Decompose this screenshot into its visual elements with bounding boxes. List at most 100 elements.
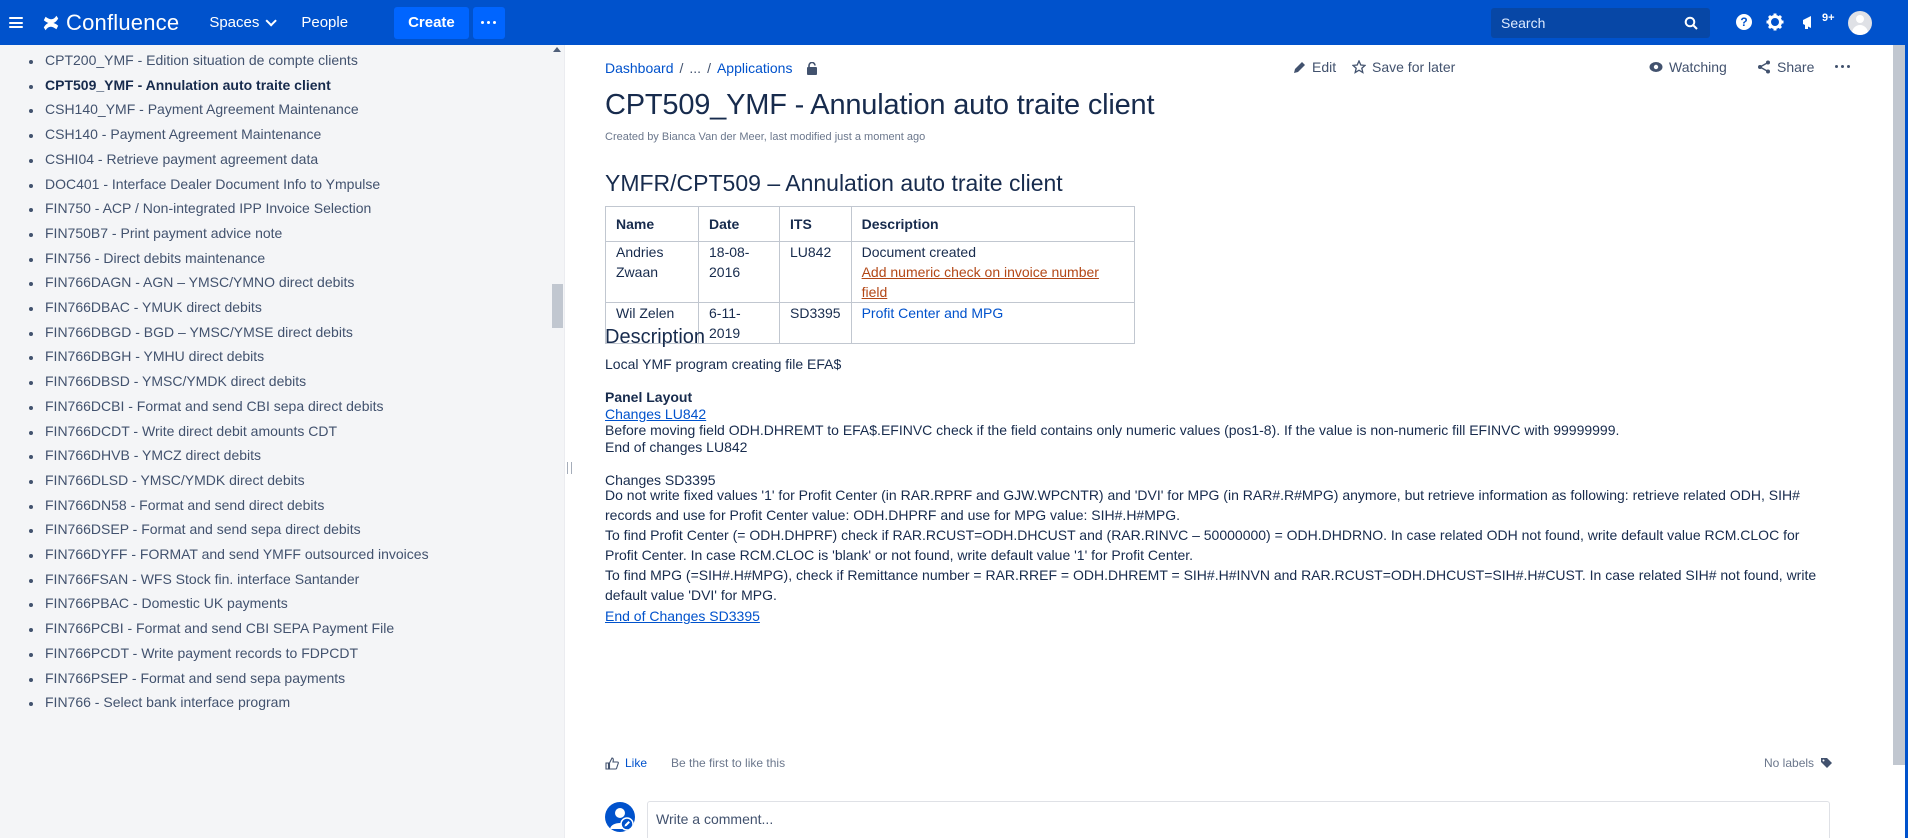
star-icon (1352, 60, 1366, 74)
tree-bullet-icon (29, 677, 33, 682)
sidebar-tree-item[interactable]: FIN766FSAN - WFS Stock fin. interface Sa… (45, 571, 359, 587)
thumbs-up-icon[interactable] (605, 756, 619, 770)
breadcrumb-separator: / (679, 60, 684, 76)
tree-bullet-icon (29, 479, 33, 484)
sidebar-tree-item[interactable]: FIN766DSEP - Format and send sepa direct… (45, 521, 361, 537)
sidebar-tree-item[interactable]: FIN766PBAC - Domestic UK payments (45, 595, 288, 611)
sidebar-tree-item[interactable]: FIN750B7 - Print payment advice note (45, 225, 282, 241)
tree-bullet-icon (29, 208, 33, 213)
change-history-table: Name Date ITS Description Andries Zwaan … (605, 206, 1135, 344)
tree-bullet-icon (29, 307, 33, 311)
page-scrollbar[interactable] (1893, 45, 1905, 765)
end-lu842-link[interactable]: End of changes LU842 (605, 439, 747, 455)
page-byline: Created by Bianca Van der Meer, last mod… (605, 131, 926, 143)
help-icon[interactable]: ? (1734, 12, 1754, 32)
watching-button[interactable]: Watching (1649, 59, 1727, 75)
cell-its: LU842 (779, 241, 852, 303)
create-button[interactable]: Create (394, 6, 469, 39)
tree-bullet-icon (29, 60, 33, 64)
profit-center-link[interactable]: Profit Center and MPG (862, 305, 1004, 321)
breadcrumb-applications[interactable]: Applications (717, 60, 793, 76)
confluence-logo-icon (43, 15, 59, 30)
like-button[interactable]: Like (625, 756, 647, 770)
eye-icon (1649, 62, 1663, 72)
notifications-badge: 9+ (1822, 12, 1835, 24)
changes-lu842-link[interactable]: Changes LU842 (605, 406, 706, 422)
column-header-name: Name (605, 206, 699, 242)
search-input[interactable] (1501, 15, 1681, 31)
sidebar-tree-item[interactable]: CSH140 - Payment Agreement Maintenance (45, 126, 321, 142)
panel-layout-heading: Panel Layout (605, 389, 693, 405)
sidebar-tree-item[interactable]: FIN766DCBI - Format and send CBI sepa di… (45, 398, 383, 414)
save-for-later-button[interactable]: Save for later (1352, 59, 1455, 75)
notifications-megaphone-icon[interactable] (1800, 12, 1820, 32)
content-heading: YMFR/CPT509 – Annulation auto traite cli… (605, 170, 1063, 196)
more-create-options-button[interactable] (472, 6, 505, 39)
breadcrumb-ellipsis[interactable]: ... (689, 60, 701, 76)
sidebar-tree-item[interactable]: FIN766DBGH - YMHU direct debits (45, 348, 264, 364)
spaces-label: Spaces (209, 14, 260, 31)
page-tree-sidebar: CPT200_YMF - Edition situation de compte… (0, 45, 551, 838)
numeric-check-link[interactable]: Add numeric check on invoice number fiel… (862, 262, 1124, 302)
search-icon[interactable] (1684, 16, 1698, 30)
sidebar-tree-item[interactable]: DOC401 - Interface Dealer Document Info … (45, 176, 380, 192)
sidebar-tree-item[interactable]: CPT509_YMF - Annulation auto traite clie… (45, 77, 331, 93)
like-row: Like Be the first to like this (605, 756, 785, 770)
menu-icon[interactable] (0, 0, 32, 45)
sidebar-tree-item[interactable]: FIN766PCBI - Format and send CBI SEPA Pa… (45, 620, 394, 636)
sidebar-tree-item[interactable]: CPT200_YMF - Edition situation de compte… (45, 52, 358, 68)
tree-bullet-icon (29, 603, 33, 608)
cell-date: 18-08-2016 (698, 241, 780, 303)
spaces-menu[interactable]: Spaces (209, 14, 278, 31)
sidebar-tree-item[interactable]: FIN766DAGN - AGN – YMSC/YMNO direct debi… (45, 274, 354, 290)
sidebar-tree-item[interactable]: FIN766PSEP - Format and send sepa paymen… (45, 670, 345, 686)
share-button[interactable]: Share (1757, 59, 1814, 75)
user-avatar[interactable] (1848, 11, 1872, 35)
search-box[interactable] (1491, 8, 1710, 38)
sidebar-tree-item[interactable]: CSH140_YMF - Payment Agreement Maintenan… (45, 101, 359, 117)
lu842-text: Before moving field ODH.DHREMT to EFA$.E… (605, 422, 1620, 438)
people-link[interactable]: People (301, 14, 348, 31)
description-heading: Description (605, 326, 706, 348)
description-text: Document created (861, 244, 976, 260)
confluence-logo[interactable]: Confluence (42, 10, 179, 36)
scroll-up-arrow-icon[interactable] (553, 47, 561, 52)
sidebar-tree-item[interactable]: FIN766DBAC - YMUK direct debits (45, 299, 262, 315)
cell-its: SD3395 (779, 302, 852, 344)
top-navigation-bar: Confluence Spaces People Create ? 9+ (0, 0, 1908, 45)
tree-bullet-icon (29, 134, 33, 139)
column-header-description: Description (850, 206, 1135, 242)
sidebar-tree-item[interactable]: FIN766DYFF - FORMAT and send YMFF outsou… (45, 546, 429, 562)
sidebar-tree-item[interactable]: FIN756 - Direct debits maintenance (45, 250, 265, 266)
sidebar-tree-item[interactable]: FIN766DLSD - YMSC/YMDK direct debits (45, 472, 305, 488)
sidebar-scrollbar[interactable] (551, 45, 564, 838)
sidebar-tree-item[interactable]: FIN750 - ACP / Non-integrated IPP Invoic… (45, 200, 371, 216)
sidebar-tree-item[interactable]: FIN766DCDT - Write direct debit amounts … (45, 423, 337, 439)
sidebar-tree-item[interactable]: FIN766DN58 - Format and send direct debi… (45, 497, 324, 513)
sidebar-tree-item[interactable]: FIN766DBSD - YMSC/YMDK direct debits (45, 373, 306, 389)
settings-gear-icon[interactable] (1765, 12, 1785, 32)
save-for-later-label: Save for later (1372, 59, 1456, 75)
tree-bullet-icon (29, 702, 33, 707)
sidebar-scrollbar-thumb[interactable] (552, 284, 563, 328)
tree-bullet-icon (29, 331, 33, 336)
edit-label: Edit (1312, 59, 1337, 75)
tag-icon[interactable] (1820, 757, 1833, 769)
tree-bullet-icon (29, 282, 33, 287)
watching-label: Watching (1669, 59, 1727, 75)
comment-input[interactable]: Write a comment... (647, 801, 1830, 838)
more-actions-button[interactable] (1835, 65, 1850, 68)
end-sd3395-link[interactable]: End of Changes SD3395 (605, 608, 760, 624)
sidebar-tree-item[interactable]: FIN766DHVB - YMCZ direct debits (45, 447, 261, 463)
sidebar-tree-item[interactable]: FIN766 - Select bank interface program (45, 694, 290, 710)
page-content: Dashboard / ... / Applications Edit Save… (565, 45, 1905, 838)
tree-bullet-icon (29, 652, 33, 657)
sidebar-tree-item[interactable]: CSHI04 - Retrieve payment agreement data (45, 151, 318, 167)
breadcrumb-dashboard[interactable]: Dashboard (605, 60, 674, 76)
edit-button[interactable]: Edit (1293, 59, 1336, 75)
sidebar-tree-item[interactable]: FIN766PCDT - Write payment records to FD… (45, 645, 358, 661)
sidebar-tree-item[interactable]: FIN766DBGD - BGD – YMSC/YMSE direct debi… (45, 324, 353, 340)
restrictions-lock-icon[interactable] (806, 61, 818, 75)
pencil-icon (1294, 61, 1305, 73)
column-header-date: Date (698, 206, 780, 242)
